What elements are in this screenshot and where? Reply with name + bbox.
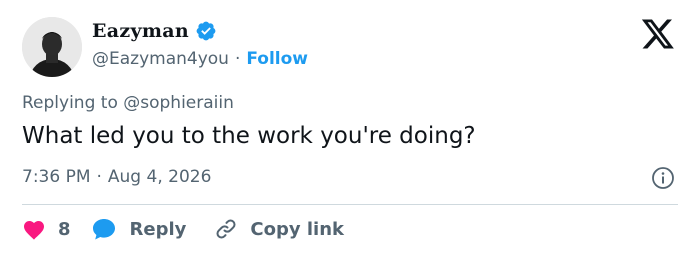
heart-icon	[24, 221, 44, 240]
reply-context-prefix: Replying to	[22, 93, 118, 113]
author-display-name[interactable]: Eazyman	[92, 20, 189, 42]
copy-link-label: Copy link	[250, 218, 344, 240]
author-handle-row: @Eazyman4you · Follow	[92, 49, 308, 69]
divider	[22, 204, 678, 205]
copy-link-button[interactable]: Copy link	[214, 217, 344, 241]
follow-button[interactable]: Follow	[246, 49, 308, 69]
avatar[interactable]	[22, 17, 82, 77]
handle-separator: ·	[234, 49, 241, 69]
tweet-timestamp[interactable]: 7:36 PM · Aug 4, 2026	[22, 167, 211, 187]
reply-button[interactable]: Reply	[91, 217, 187, 241]
timestamp-separator: ·	[96, 167, 102, 187]
author-name-row[interactable]: Eazyman	[92, 20, 217, 42]
link-icon	[216, 219, 236, 239]
info-icon[interactable]	[651, 166, 675, 190]
tweet-text: What led you to the work you're doing?	[22, 123, 476, 149]
author-handle[interactable]: @Eazyman4you	[92, 49, 229, 69]
like-button[interactable]: 8	[22, 218, 71, 240]
reply-context: Replying to @sophieraiin	[22, 93, 234, 113]
tweet-date[interactable]: Aug 4, 2026	[108, 167, 212, 187]
verified-badge-icon	[196, 21, 216, 41]
reply-target-handle[interactable]: @sophieraiin	[123, 93, 234, 113]
reply-label: Reply	[129, 218, 187, 240]
like-count: 8	[58, 218, 71, 240]
avatar-image	[22, 17, 82, 77]
reply-bubble-icon	[92, 219, 115, 240]
x-logo-icon[interactable]	[640, 18, 676, 50]
tweet-time[interactable]: 7:36 PM	[22, 167, 91, 187]
action-bar: 8 Reply Copy link	[22, 215, 344, 243]
